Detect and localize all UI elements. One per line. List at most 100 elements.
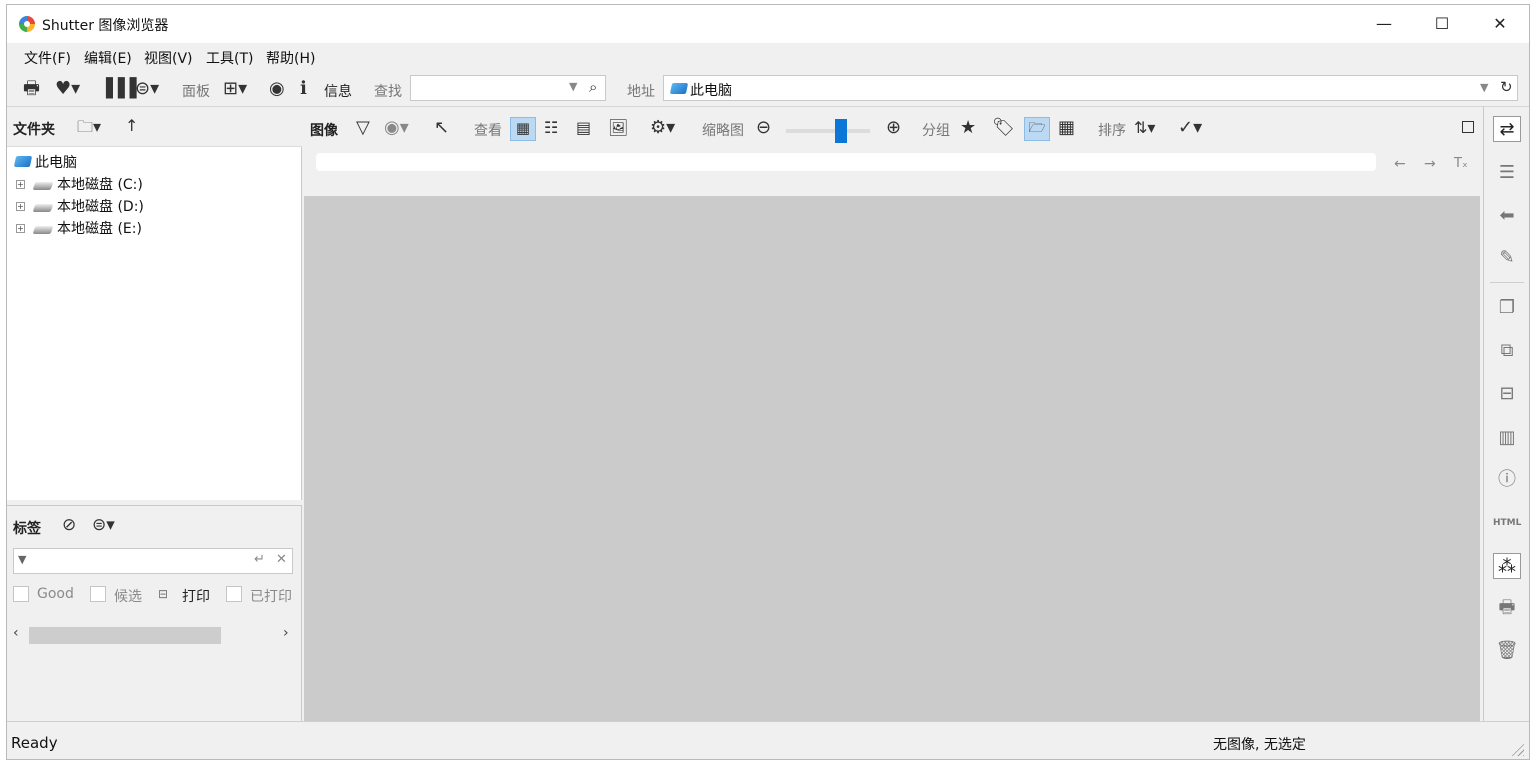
maximize-button[interactable]: ☐ (1413, 5, 1471, 43)
tree-item-drive-c[interactable]: 本地磁盘 (C:) (57, 174, 143, 194)
visibility-dropdown-icon[interactable]: ◉▾ (384, 118, 409, 138)
menu-edit[interactable]: 编辑(E) (84, 48, 132, 68)
clear-filter-icon[interactable]: ✕ (276, 552, 287, 567)
star-rating-icon[interactable]: ★ (960, 118, 976, 138)
tag-printed-checkbox[interactable] (226, 586, 242, 602)
print-tag-collapse-icon[interactable]: ⊟ (158, 587, 168, 601)
tags-horizontal-scrollbar[interactable]: ‹ › (7, 624, 300, 646)
image-canvas[interactable] (304, 196, 1480, 721)
menu-file[interactable]: 文件(F) (24, 48, 71, 68)
select-all-dropdown-icon[interactable]: ✓▾ (1178, 118, 1202, 138)
filmstrip-view-icon[interactable]: ▤ (576, 118, 591, 138)
right-tool-strip: ⇄ ☰ ⬅ ✎ ❐ ⧉ ⊟ ▥ ⓘ HTML ⁂ 🖶 🗑 (1483, 107, 1529, 721)
favorites-dropdown-icon[interactable]: ♥▾ (55, 79, 80, 99)
drive-d-icon (32, 204, 54, 212)
search-field[interactable]: ▼ ⌕ (410, 75, 606, 101)
tree-item-drive-d[interactable]: 本地磁盘 (D:) (57, 196, 144, 216)
thumbnail-grid-view-icon[interactable]: ▦ (510, 117, 536, 141)
search-icon[interactable]: ⌕ (589, 78, 597, 96)
address-history-chevron-icon[interactable]: ▼ (1480, 81, 1488, 94)
info-icon[interactable]: ℹ (300, 79, 307, 99)
edit-pencil-icon[interactable]: ✎ (1493, 245, 1521, 271)
tag-good-checkbox[interactable] (13, 586, 29, 602)
tag-candidate-checkbox[interactable] (90, 586, 106, 602)
expand-toggle-icon[interactable]: + (16, 180, 25, 189)
printer-icon[interactable]: 🖶 (1493, 595, 1521, 621)
folder-group-icon[interactable]: 🗁 (1024, 117, 1050, 141)
address-bar[interactable]: 此电脑 ▼ ↻ (663, 75, 1518, 101)
enter-icon[interactable]: ↵ (254, 552, 265, 567)
info-button[interactable]: 信息 (324, 81, 352, 101)
tree-item-this-pc[interactable]: 此电脑 (35, 152, 77, 172)
zoom-in-icon[interactable]: ⊕ (886, 118, 901, 138)
panel-layout-dropdown-icon[interactable]: ⊞▾ (223, 79, 247, 99)
group-label: 分组 (922, 123, 950, 139)
panel-list-icon[interactable]: ☰ (1493, 160, 1521, 186)
refresh-icon[interactable]: ↻ (1500, 78, 1513, 96)
maximize-panel-icon[interactable] (1462, 121, 1474, 133)
sort-az-dropdown-icon[interactable]: ⇅▾ (1134, 118, 1155, 138)
settings-gear-dropdown-icon[interactable]: ⚙▾ (650, 118, 675, 138)
back-arrow-icon[interactable]: ← (1394, 156, 1406, 172)
adjustment-sliders-icon[interactable]: ⊟ (1493, 381, 1521, 407)
expand-toggle-icon[interactable]: + (16, 202, 25, 211)
preview-eye-icon[interactable]: ◉ (269, 79, 285, 99)
thumbnail-size-slider[interactable] (786, 129, 870, 133)
swap-panels-icon[interactable]: ⇄ (1493, 116, 1521, 142)
tag-good-label: Good (37, 586, 74, 602)
address-label: 地址 (627, 84, 655, 100)
search-input[interactable] (411, 76, 561, 100)
path-bar[interactable] (316, 153, 1376, 171)
tag-filter-field[interactable]: ▼ ↵ ✕ (13, 548, 293, 574)
filter-funnel-icon[interactable]: ▽ (356, 118, 370, 138)
image-panel-title: 图像 (310, 123, 338, 139)
expand-toggle-icon[interactable]: + (16, 224, 25, 233)
html-export-icon[interactable]: HTML (1493, 510, 1521, 536)
scrollbar-thumb[interactable] (29, 627, 221, 644)
histogram-icon[interactable]: ▥ (1493, 425, 1521, 451)
panel-back-icon[interactable]: ⬅ (1493, 203, 1521, 229)
folder-panel-title: 文件夹 (13, 122, 55, 138)
address-value[interactable]: 此电脑 (690, 80, 732, 100)
panel-label: 面板 (182, 84, 210, 100)
info-box-icon[interactable]: ⓘ (1493, 467, 1521, 493)
tag-filter-input[interactable] (14, 549, 234, 573)
menu-help[interactable]: 帮助(H) (266, 48, 315, 68)
resize-grip-icon[interactable] (1510, 742, 1524, 756)
close-button[interactable]: ✕ (1471, 5, 1529, 43)
tree-item-drive-e[interactable]: 本地磁盘 (E:) (57, 218, 142, 238)
image-preview-icon[interactable]: 🖼 (608, 118, 628, 138)
main-toolbar: 🖶 ♥▾ ▐▐▐ ⊜▾ 面板 ⊞▾ ◉ ℹ 信息 查找 ▼ ⌕ 地址 此电脑 ▼… (7, 71, 1529, 107)
minimize-button[interactable]: — (1355, 5, 1413, 43)
forward-arrow-icon[interactable]: → (1424, 156, 1436, 172)
calendar-icon[interactable]: ▦ (1058, 118, 1075, 138)
folder-panel-header: 文件夹 🗀▾ ↑ (7, 107, 302, 147)
up-folder-arrow-icon[interactable]: ↑ (125, 116, 138, 135)
select-cursor-icon[interactable]: ↖ (434, 118, 449, 138)
sort-label: 排序 (1098, 123, 1126, 139)
scroll-right-icon[interactable]: › (283, 625, 289, 641)
search-history-chevron-icon[interactable]: ▼ (569, 80, 577, 93)
menu-view[interactable]: 视图(V) (144, 48, 193, 68)
drive-e-icon (32, 226, 54, 234)
compare-windows-icon[interactable]: ❐ (1493, 295, 1521, 321)
tags-panel-title: 标签 (13, 521, 41, 537)
detail-list-view-icon[interactable]: ☷ (544, 118, 558, 138)
browser-dropdown-icon[interactable]: ⊜▾ (135, 79, 159, 99)
print-icon[interactable]: 🖶 (23, 79, 40, 99)
columns-layout-icon[interactable]: ▐▐▐ (99, 79, 137, 99)
tag-options-dropdown-icon[interactable]: ⊜▾ (92, 515, 115, 535)
scroll-left-icon[interactable]: ‹ (13, 625, 19, 641)
drive-c-icon (32, 182, 54, 190)
overlay-windows-icon[interactable]: ⧉ (1493, 338, 1521, 364)
color-palette-icon[interactable]: ⁂ (1493, 553, 1521, 579)
menu-tools[interactable]: 工具(T) (206, 48, 253, 68)
edit-tags-icon[interactable]: ⊘ (62, 515, 76, 535)
clear-format-icon[interactable]: Tₓ (1454, 156, 1468, 171)
slider-thumb[interactable] (834, 119, 847, 143)
trash-icon[interactable]: 🗑 (1493, 638, 1521, 664)
tag-print-label[interactable]: 打印 (182, 586, 210, 606)
tag-label-icon[interactable]: 🏷 (992, 118, 1015, 138)
zoom-out-icon[interactable]: ⊖ (756, 118, 771, 138)
folder-menu-dropdown-icon[interactable]: 🗀▾ (77, 116, 101, 143)
